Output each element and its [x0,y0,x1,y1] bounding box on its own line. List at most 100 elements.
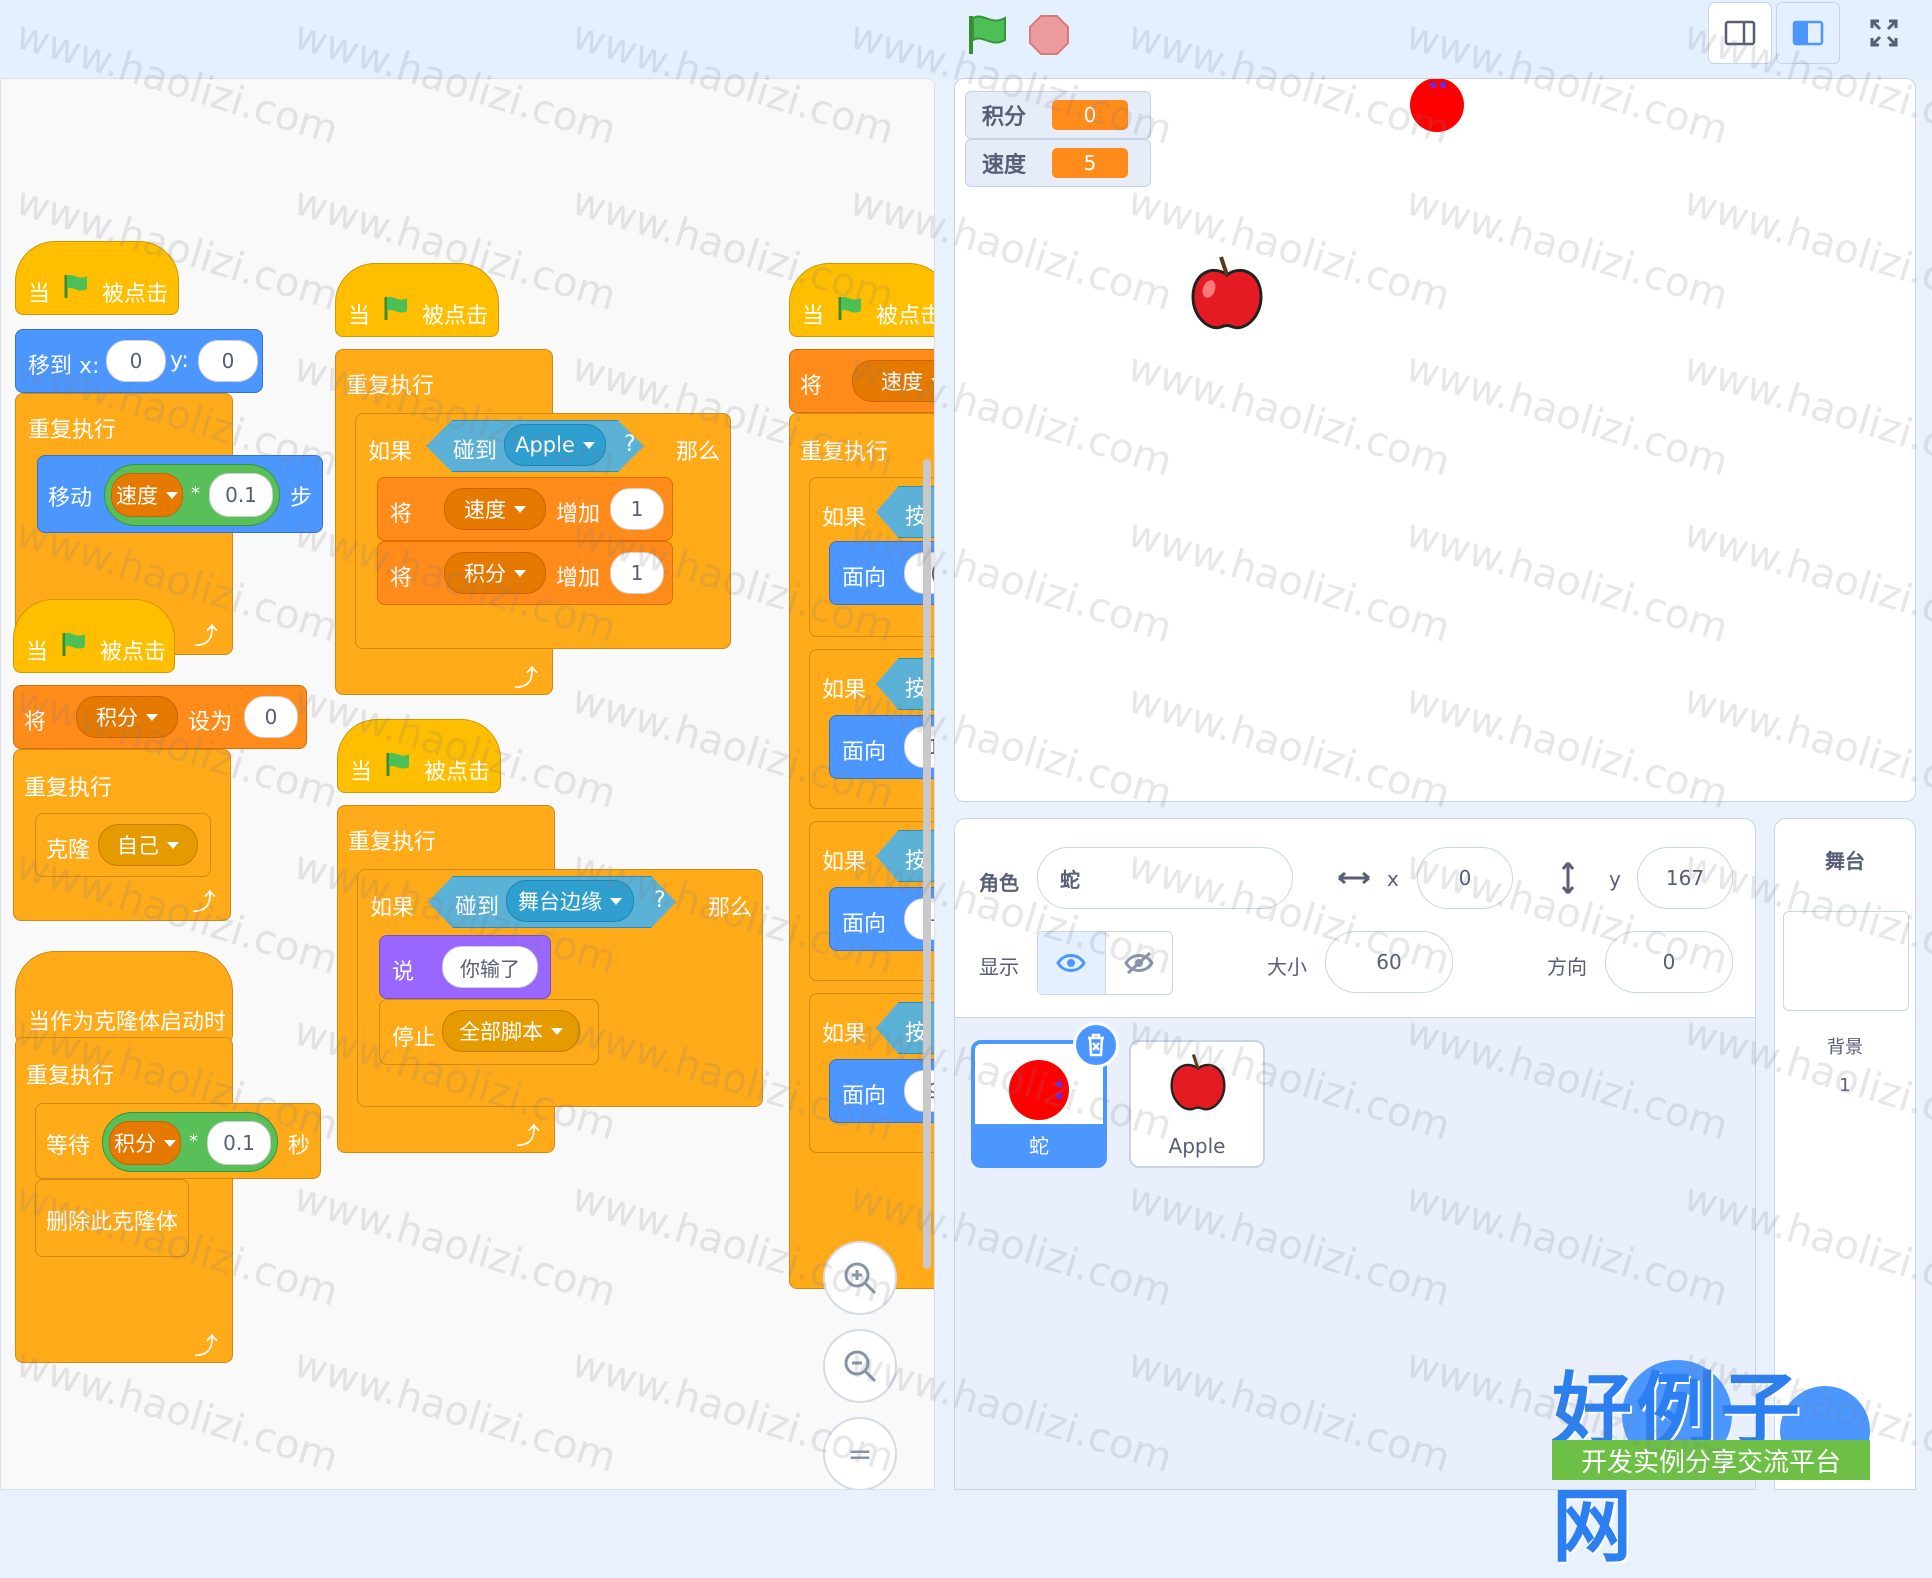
zoom-out-button[interactable] [823,1329,897,1403]
when-start-as-clone-hat[interactable]: 当作为克隆体启动时 [15,951,233,1043]
say-block[interactable]: 说 你输了 [379,935,551,999]
block-label: 说 [392,960,415,985]
set-variable-block[interactable]: 将 速度 [789,349,934,413]
when-flag-clicked-hat[interactable]: 当 被点击 [789,263,934,337]
sprite-label: 角色 [979,871,1019,895]
block-label: 重复执行 [348,830,437,855]
block-label: 等待 [46,1134,91,1159]
repeat-arrow-icon: ⤴ [192,888,216,916]
block-label: 如果 [822,850,867,875]
multiply-operator[interactable]: 速度 * 0.1 [104,464,280,526]
block-label: 步 [290,486,313,511]
block-label: 如果 [368,440,413,465]
snake-sprite[interactable] [1407,79,1467,135]
size-input[interactable]: 60 [1325,931,1453,993]
zoom-reset-button[interactable]: = [823,1417,897,1489]
create-clone-block[interactable]: 克隆 自己 [35,813,211,877]
monitor-label: 积分 [982,105,1027,130]
change-variable-block[interactable]: 将 速度 增加 1 [377,477,673,541]
set-variable-block[interactable]: 将 积分 设为 0 [13,685,307,749]
repeat-arrow-icon: ⤴ [516,1122,540,1150]
small-stage-icon [1724,20,1756,46]
monitor-label: 速度 [982,153,1027,178]
normal-stage-icon [1792,20,1824,46]
code-area[interactable]: 当 被点击 移到 x: 0 y: 0 重复执行 ⤴ 移动 速度 * 0.1 步 … [0,78,935,1490]
stop-block[interactable]: 停止 全部脚本 [379,999,599,1065]
stop-icon[interactable] [1028,14,1070,56]
monitor-value: 5 [1052,148,1128,178]
go-to-xy-block[interactable]: 移到 x: 0 y: 0 [15,329,263,393]
block-label: 重复执行 [800,440,889,465]
size-label: 大小 [1267,955,1307,979]
fullscreen-button[interactable] [1852,2,1916,64]
delete-sprite-button[interactable] [1073,1022,1119,1068]
visibility-toggle [1037,931,1173,995]
variable-dropdown[interactable]: 积分 [444,552,546,594]
block-label: 如果 [370,896,415,921]
direction-input[interactable]: 0 [1605,931,1733,993]
zoom-in-button[interactable] [823,1241,897,1315]
point-direction-block[interactable]: 面向 ( [829,541,934,605]
point-direction-block[interactable]: 面向 - [829,887,934,951]
variable-dropdown[interactable]: 速度 [852,360,934,402]
hat-label-2: 被点击 [876,304,934,329]
when-flag-clicked-hat[interactable]: 当 被点击 [15,241,179,315]
hat-label-2: 被点击 [102,282,169,307]
variable-dropdown[interactable]: 速度 [444,488,546,530]
touching-object-dropdown[interactable]: 舞台边缘 [506,880,634,922]
variable-reporter[interactable]: 积分 [109,1121,181,1165]
sprite-tile-apple[interactable]: Apple [1129,1040,1265,1168]
variable-monitor-score[interactable]: 积分 0 [965,91,1151,139]
block-label: 碰到 [455,895,500,920]
when-flag-clicked-hat[interactable]: 当 被点击 [13,599,175,673]
delete-clone-block[interactable]: 删除此克隆体 [35,1179,189,1257]
apple-sprite[interactable] [1187,255,1267,335]
block-label: 将 [390,566,413,591]
move-steps-block[interactable]: 移动 速度 * 0.1 步 [37,455,323,533]
value-input[interactable]: 1 [610,488,664,530]
y-input[interactable]: 167 [1637,847,1733,909]
normal-stage-button[interactable] [1776,2,1840,64]
variable-reporter[interactable]: 速度 [111,473,183,517]
sprite-name: Apple [1168,1134,1226,1158]
message-input[interactable]: 你输了 [442,946,538,988]
wait-seconds-block[interactable]: 等待 积分 * 0.1 秒 [35,1103,321,1179]
variable-dropdown[interactable]: 积分 [76,696,178,738]
block-label: 如果 [822,506,867,531]
x-input[interactable]: 0 [106,340,166,382]
y-input[interactable]: 0 [198,340,258,382]
point-direction-block[interactable]: 面向 9 [829,1059,934,1123]
hide-button[interactable] [1106,932,1173,994]
stage-thumbnail[interactable] [1783,911,1909,1011]
eye-slash-icon [1123,951,1154,975]
show-button[interactable] [1038,932,1106,994]
green-flag-icon [838,296,861,320]
variable-monitor-speed[interactable]: 速度 5 [965,139,1151,187]
y-label: y [1609,867,1621,891]
green-flag-icon[interactable] [965,12,1009,56]
snake-thumbnail [1009,1060,1069,1120]
operator-sign: * [191,483,200,504]
factor-input[interactable]: 0.1 [209,473,273,517]
when-flag-clicked-hat[interactable]: 当 被点击 [335,263,499,337]
multiply-operator[interactable]: 积分 * 0.1 [102,1112,278,1172]
sprite-info-panel: 角色 蛇 x 0 y 167 显示 大小 60 方向 0 [954,818,1756,1018]
stop-option-dropdown[interactable]: 全部脚本 [442,1010,580,1052]
small-stage-button[interactable] [1708,2,1772,64]
monitor-value: 0 [1052,100,1128,130]
factor-input[interactable]: 0.1 [207,1121,271,1165]
value-input[interactable]: 0 [244,696,298,738]
hat-label: 当 [28,282,51,307]
x-input[interactable]: 0 [1417,847,1513,909]
sprite-name-input[interactable]: 蛇 [1037,847,1293,909]
point-direction-block[interactable]: 面向 1 [829,715,934,779]
code-vertical-scrollbar[interactable] [923,459,931,1269]
value-input[interactable]: 1 [610,552,664,594]
stage[interactable]: 积分 0 速度 5 [954,78,1916,802]
block-label: ? [654,888,666,913]
touching-object-dropdown[interactable]: Apple [504,424,606,466]
block-label: 停止 [392,1026,437,1051]
when-flag-clicked-hat[interactable]: 当 被点击 [337,719,501,793]
change-variable-block[interactable]: 将 积分 增加 1 [377,541,673,605]
clone-target-dropdown[interactable]: 自己 [98,824,198,866]
